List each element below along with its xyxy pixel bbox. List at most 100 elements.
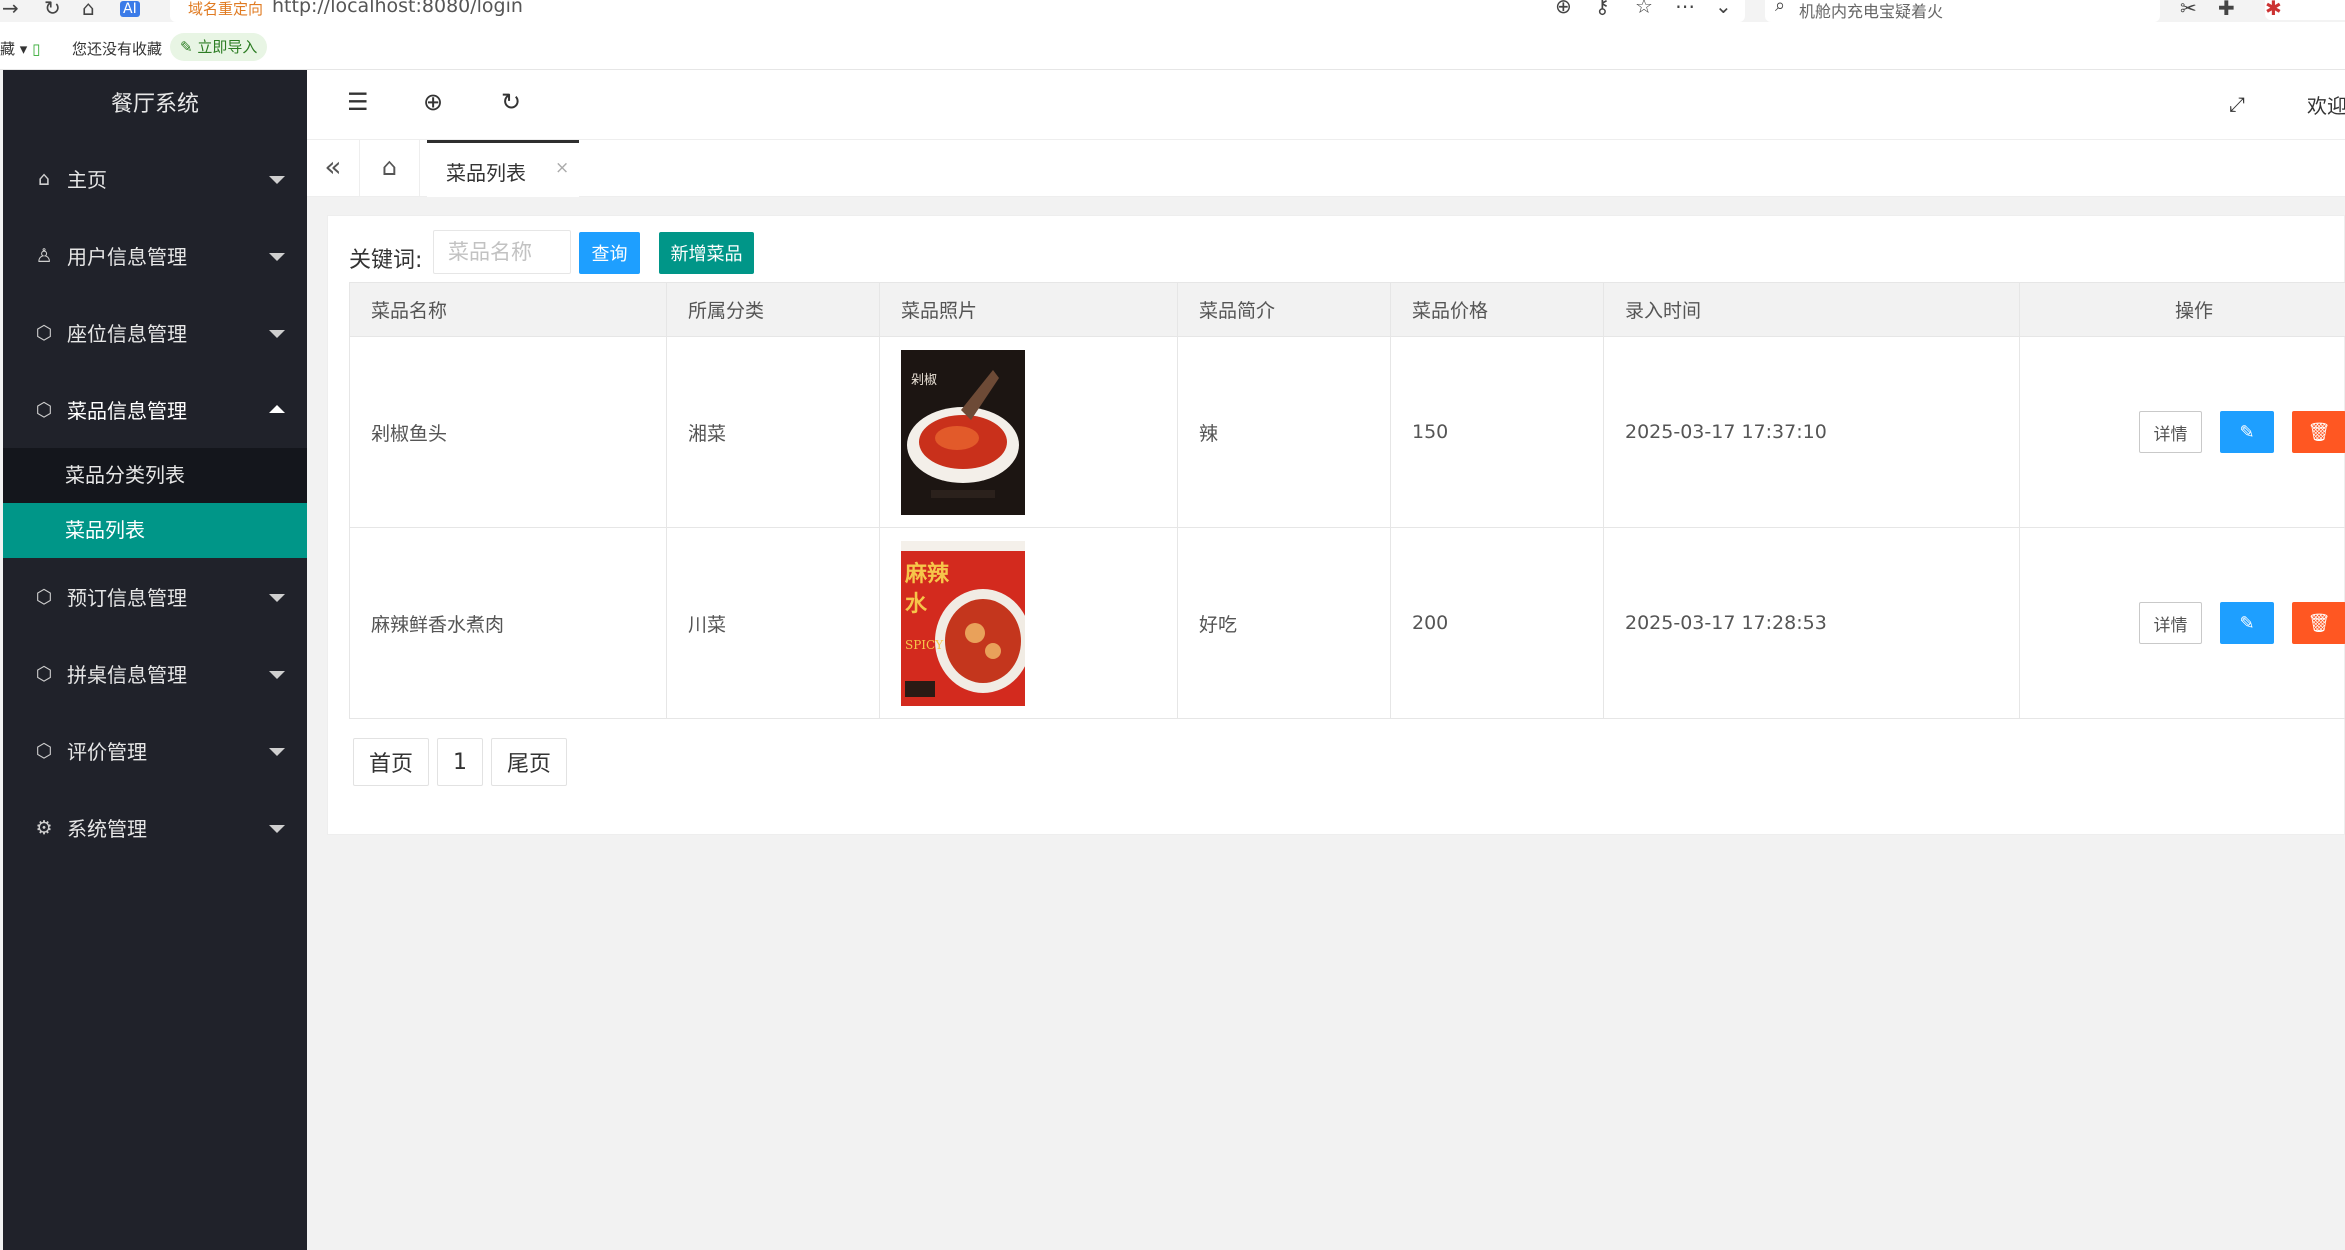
chevron-down-icon <box>269 252 285 261</box>
tab-home-icon[interactable]: ⌂ <box>360 140 420 197</box>
welcome-text[interactable]: 欢迎 <box>2307 90 2345 119</box>
sidebar-item-dishes[interactable]: ⬡ 菜品信息管理 <box>3 371 307 448</box>
sidebar-item-system[interactable]: ⚙ 系统管理 <box>3 789 307 866</box>
sidebar-item-reservations[interactable]: ⬡ 预订信息管理 <box>3 558 307 635</box>
tab-dish-list[interactable]: 菜品列表 × <box>427 140 579 197</box>
gear-icon: ⚙ <box>35 816 53 839</box>
home-icon[interactable]: ⌂ <box>82 0 95 18</box>
keyword-input[interactable] <box>433 230 571 274</box>
app-title: 餐厅系统 <box>110 92 199 117</box>
dish-intro: 辣 <box>1177 336 1391 528</box>
cube-icon: ⬡ <box>35 321 53 344</box>
user-icon: ♙ <box>35 244 53 267</box>
column-header: 菜品价格 <box>1390 282 1604 337</box>
import-bookmarks-button[interactable]: ✎ 立即导入 <box>170 33 268 61</box>
sidebar-item-dish-list[interactable]: 菜品列表 <box>3 503 307 558</box>
chevron-down-icon <box>269 670 285 679</box>
column-header: 菜品照片 <box>879 282 1178 337</box>
page-number-button[interactable]: 1 <box>437 738 484 786</box>
sidebar-item-shared-tables[interactable]: ⬡ 拼桌信息管理 <box>3 635 307 712</box>
sidebar-item-users[interactable]: ♙ 用户信息管理 <box>3 217 307 294</box>
sidebar-item-seats[interactable]: ⬡ 座位信息管理 <box>3 294 307 371</box>
ai-icon[interactable]: AI <box>120 1 140 17</box>
dish-submenu: 菜品分类列表 菜品列表 <box>3 448 307 558</box>
dish-photo-cell: 麻辣 水 SPICY <box>879 527 1178 719</box>
more-icon[interactable]: ⋯ <box>1675 0 1695 16</box>
row-actions: 详情 ✎ 🗑 <box>2019 336 2345 528</box>
sidebar-item-home[interactable]: ⌂ 主页 <box>3 140 307 217</box>
profile-icon[interactable]: ✱ <box>2265 0 2345 20</box>
dish-list-card: 关键词: 查询 新增菜品 菜品名称 所属分类 菜品照片 菜品简介 菜品价格 录入… <box>327 215 2345 835</box>
tab-bar: « ⌂ 菜品列表 × <box>307 140 2345 197</box>
pagination: 首页 1 尾页 <box>353 738 575 786</box>
cube-icon: ⬡ <box>35 585 53 608</box>
chevron-up-icon <box>269 404 285 413</box>
dish-photo-cell: 剁椒 <box>879 336 1178 528</box>
detail-button[interactable]: 详情 <box>2139 411 2202 453</box>
pencil-icon: ✎ <box>2239 612 2255 633</box>
dish-created-time: 2025-03-17 17:37:10 <box>1603 336 2020 528</box>
column-header: 菜品简介 <box>1177 282 1391 337</box>
address-bar[interactable]: 域名重定向 http://localhost:8080/login ⊕ ⚷ ☆ … <box>170 0 1745 22</box>
first-page-button[interactable]: 首页 <box>353 738 430 786</box>
svg-text:水: 水 <box>905 591 928 617</box>
tab-scroll-left-icon[interactable]: « <box>307 140 360 197</box>
chevron-down-icon <box>269 175 285 184</box>
sidebar-item-reviews[interactable]: ⬡ 评价管理 <box>3 712 307 789</box>
svg-text:麻辣: 麻辣 <box>904 561 950 587</box>
home-icon: ⌂ <box>37 167 51 190</box>
edit-button[interactable]: ✎ <box>2220 602 2274 644</box>
query-button[interactable]: 查询 <box>579 232 640 274</box>
add-dish-button[interactable]: 新增菜品 <box>659 232 754 274</box>
chevron-down-icon <box>269 824 285 833</box>
forward-icon[interactable]: → <box>2 0 19 18</box>
reload-icon[interactable]: ↻ <box>44 0 61 18</box>
star-icon[interactable]: ☆ <box>1635 0 1653 16</box>
detail-button[interactable]: 详情 <box>2139 602 2202 644</box>
close-icon[interactable]: × <box>555 158 569 178</box>
dish-category: 湘菜 <box>666 336 880 528</box>
dish-category: 川菜 <box>666 527 880 719</box>
cube-icon: ⬡ <box>35 398 53 421</box>
zoom-icon[interactable]: ⊕ <box>1555 0 1572 16</box>
browser-search-box[interactable]: ⌕ 机舱内充电宝疑着火 <box>1765 0 2160 22</box>
dish-price: 150 <box>1390 336 1604 528</box>
refresh-icon[interactable]: ↻ <box>501 88 521 116</box>
chevron-down-icon[interactable]: ⌄ <box>1715 0 1732 16</box>
sidebar-item-dish-categories[interactable]: 菜品分类列表 <box>3 448 307 503</box>
chevron-down-icon <box>269 747 285 756</box>
search-icon: ⌕ <box>1775 0 1786 16</box>
key-icon[interactable]: ⚷ <box>1595 0 1610 16</box>
dish-price: 200 <box>1390 527 1604 719</box>
table-header-row: 菜品名称 所属分类 菜品照片 菜品简介 菜品价格 录入时间 操作 <box>349 282 2345 337</box>
dish-name: 剁椒鱼头 <box>349 336 667 528</box>
trash-icon: 🗑 <box>2307 612 2331 633</box>
scissors-icon[interactable]: ✂ <box>2180 0 2197 18</box>
column-header: 录入时间 <box>1603 282 2020 337</box>
globe-icon[interactable]: ⊕ <box>423 88 443 116</box>
column-header: 菜品名称 <box>349 282 667 337</box>
dish-intro: 好吃 <box>1177 527 1391 719</box>
column-header: 所属分类 <box>666 282 880 337</box>
trash-icon: 🗑 <box>2307 421 2331 442</box>
cube-icon: ⬡ <box>35 662 53 685</box>
dish-table: 菜品名称 所属分类 菜品照片 菜品简介 菜品价格 录入时间 操作 剁椒鱼头 湘菜 <box>349 282 2345 719</box>
main-content: 关键词: 查询 新增菜品 菜品名称 所属分类 菜品照片 菜品简介 菜品价格 录入… <box>307 197 2345 857</box>
top-header: ☰ ⊕ ↻ ⤢ 欢迎 <box>307 70 2345 140</box>
edit-button[interactable]: ✎ <box>2220 411 2274 453</box>
dish-name: 麻辣鲜香水煮肉 <box>349 527 667 719</box>
delete-button[interactable]: 🗑 <box>2292 602 2345 644</box>
bookmarks-empty-text: 您还没有收藏 <box>72 40 163 58</box>
address-url[interactable]: http://localhost:8080/login <box>272 0 523 17</box>
delete-button[interactable]: 🗑 <box>2292 411 2345 453</box>
bookmarks-bar: 藏 ▾ ▯ 您还没有收藏 ✎ 立即导入 <box>0 22 2345 70</box>
fullscreen-icon[interactable]: ⤢ <box>2229 92 2245 116</box>
extension-icon[interactable]: ✚ <box>2218 0 2235 18</box>
bookmarks-label[interactable]: 藏 ▾ ▯ <box>0 38 40 59</box>
menu-collapse-icon[interactable]: ☰ <box>347 88 369 116</box>
last-page-button[interactable]: 尾页 <box>491 738 568 786</box>
browser-toolbar: → ↻ ⌂ AI 域名重定向 http://localhost:8080/log… <box>0 0 2345 22</box>
table-row: 麻辣鲜香水煮肉 川菜 麻辣 水 SPICY 好吃 200 2025-03-17 … <box>349 527 2345 719</box>
redirect-warning: 域名重定向 <box>188 0 264 18</box>
table-row: 剁椒鱼头 湘菜 剁椒 辣 150 2025-03-17 17:37:10 详情 … <box>349 336 2345 528</box>
